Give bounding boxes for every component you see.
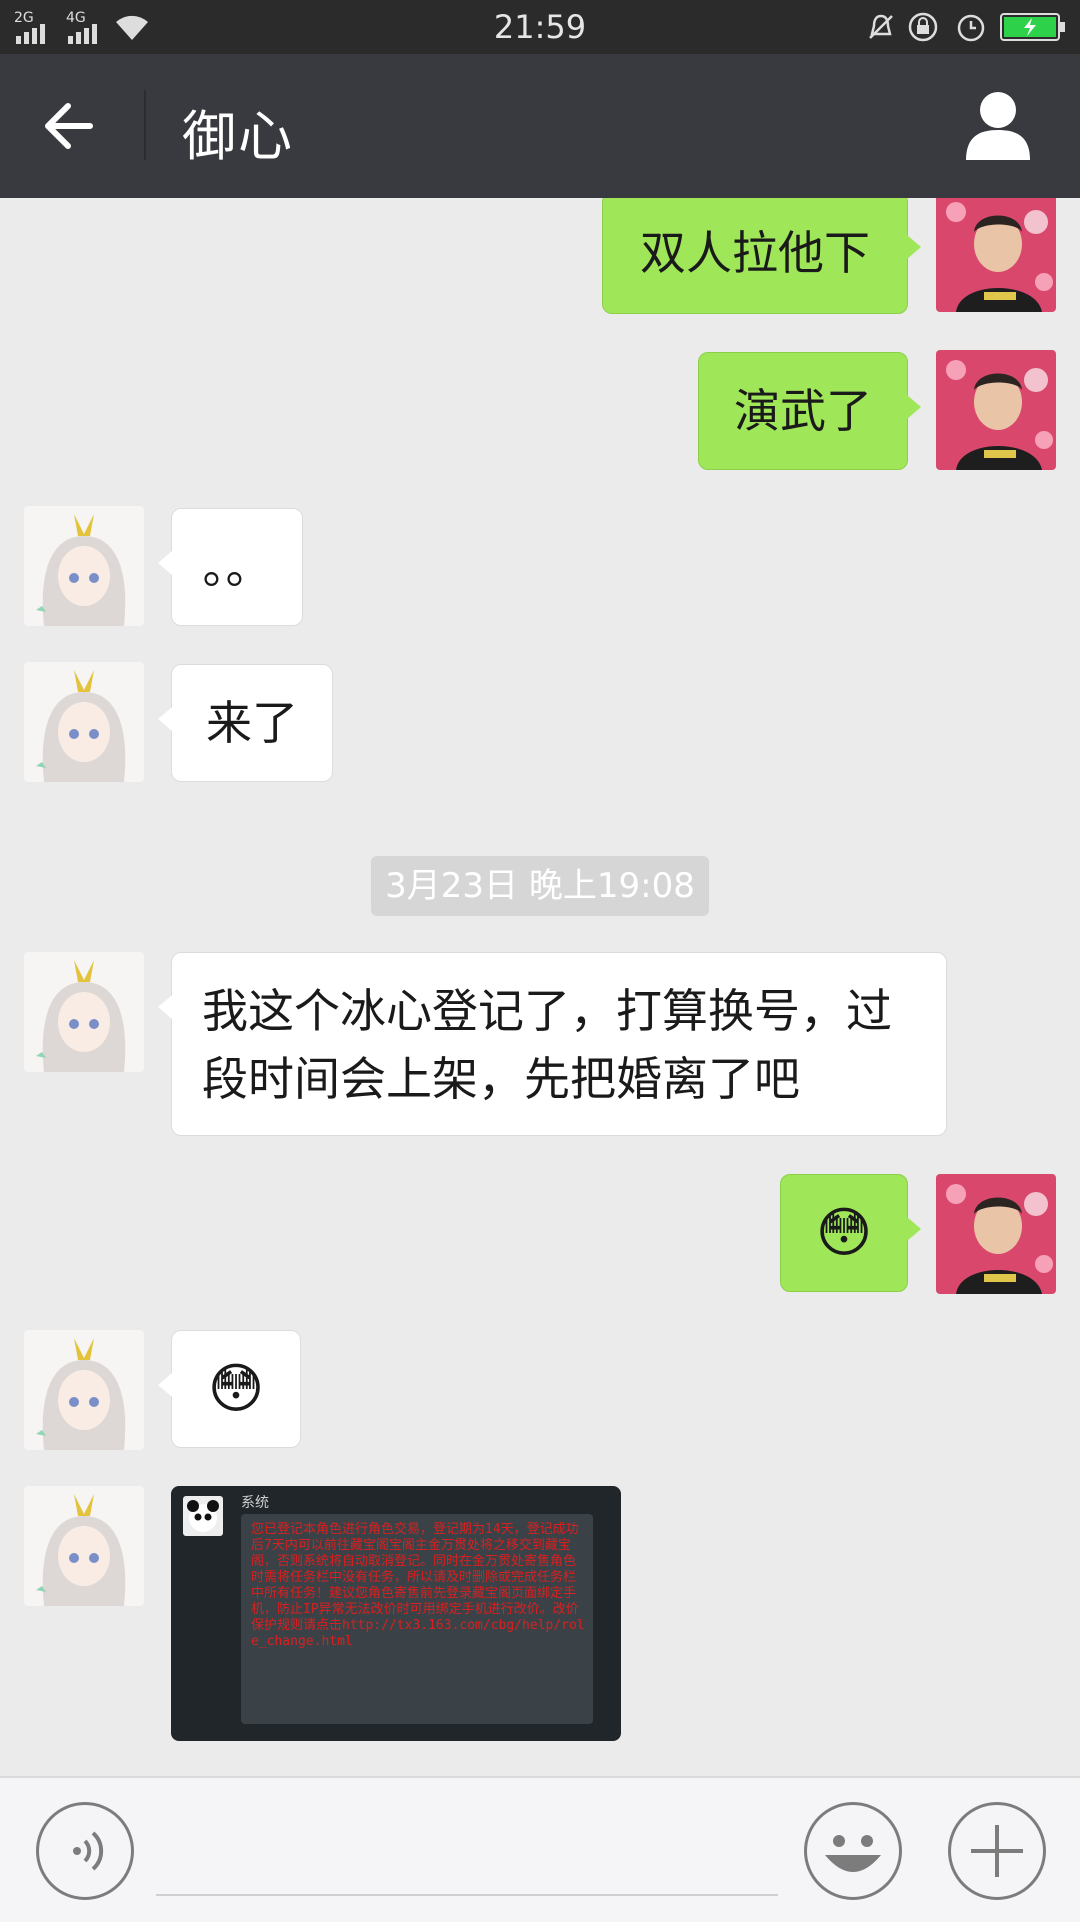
flushed-emoji: 😳 (207, 1357, 265, 1420)
mute-bell-icon (869, 14, 893, 39)
profile-button[interactable] (964, 90, 1032, 162)
back-button[interactable] (40, 94, 104, 158)
image-sender-label: 系统 (241, 1495, 269, 1511)
avatar-photo-icon (936, 1174, 1056, 1294)
avatar-photo-icon (936, 350, 1056, 470)
anime-girl-avatar-icon (24, 1486, 144, 1606)
message-text: 。。 (202, 540, 272, 594)
contact-avatar[interactable] (24, 952, 144, 1072)
message-text: 我这个冰心登记了，打算换号，过段时间会上架，先把婚离了吧 (202, 984, 892, 1106)
panda-avatar-icon (183, 1496, 223, 1536)
message-bubble-outgoing[interactable]: 双人拉他下 (602, 198, 921, 314)
anime-girl-avatar-icon (24, 952, 144, 1072)
person-icon (966, 92, 1030, 160)
message-bubble-incoming[interactable]: 来了 (158, 664, 333, 782)
contact-avatar[interactable] (24, 1330, 144, 1450)
more-button[interactable] (948, 1802, 1046, 1900)
message-bubble-incoming[interactable]: 😳 (158, 1330, 301, 1448)
anime-girl-avatar-icon (24, 506, 144, 626)
chat-header: 御心 (0, 54, 1080, 198)
lock-rotation-icon (908, 12, 938, 42)
message-bubble-outgoing[interactable]: 演武了 (698, 352, 921, 470)
voice-icon (73, 1831, 104, 1871)
avatar-photo-icon (936, 198, 1056, 312)
message-bubble-outgoing[interactable]: 😳 (780, 1174, 921, 1292)
my-avatar[interactable] (936, 350, 1056, 470)
message-list[interactable]: 双人拉他下 演武了 。。 来了 3月23日 晚上19:08 我这个冰心登记了，打… (0, 198, 1080, 1776)
emoji-button[interactable] (804, 1802, 902, 1900)
message-bubble-incoming[interactable]: 我这个冰心登记了，打算换号，过段时间会上架，先把婚离了吧 (158, 952, 947, 1136)
alarm-icon (957, 14, 985, 42)
message-input[interactable] (156, 1894, 778, 1896)
contact-avatar[interactable] (24, 506, 144, 626)
message-bubble-incoming[interactable]: 。。 (158, 508, 303, 626)
anime-girl-avatar-icon (24, 662, 144, 782)
arrow-left-icon (45, 103, 93, 149)
battery-charging-icon (1000, 13, 1065, 41)
header-divider (144, 90, 146, 160)
message-text: 双人拉他下 (640, 226, 870, 280)
my-avatar[interactable] (936, 1174, 1056, 1294)
image-message[interactable]: 系统 您已登记本角色进行角色交易，登记期为14天，登记成功后7天内可以前往藏宝阁… (171, 1486, 621, 1741)
plus-icon (971, 1825, 1023, 1877)
voice-button[interactable] (36, 1802, 134, 1900)
my-avatar[interactable] (936, 198, 1056, 312)
flushed-emoji: 😳 (815, 1201, 873, 1264)
image-system-text: 您已登记本角色进行角色交易，登记期为14天，登记成功后7天内可以前往藏宝阁宝阁主… (251, 1522, 585, 1649)
contact-avatar[interactable] (24, 662, 144, 782)
anime-girl-avatar-icon (24, 1330, 144, 1450)
status-bar: 2G 4G 21:59 (0, 0, 1080, 54)
contact-avatar[interactable] (24, 1486, 144, 1606)
timestamp-divider: 3月23日 晚上19:08 (371, 856, 709, 916)
smiley-icon (825, 1835, 881, 1872)
message-text: 来了 (206, 696, 298, 750)
message-text: 演武了 (734, 384, 872, 438)
input-bar (0, 1776, 1080, 1922)
chat-title: 御心 (182, 105, 294, 168)
